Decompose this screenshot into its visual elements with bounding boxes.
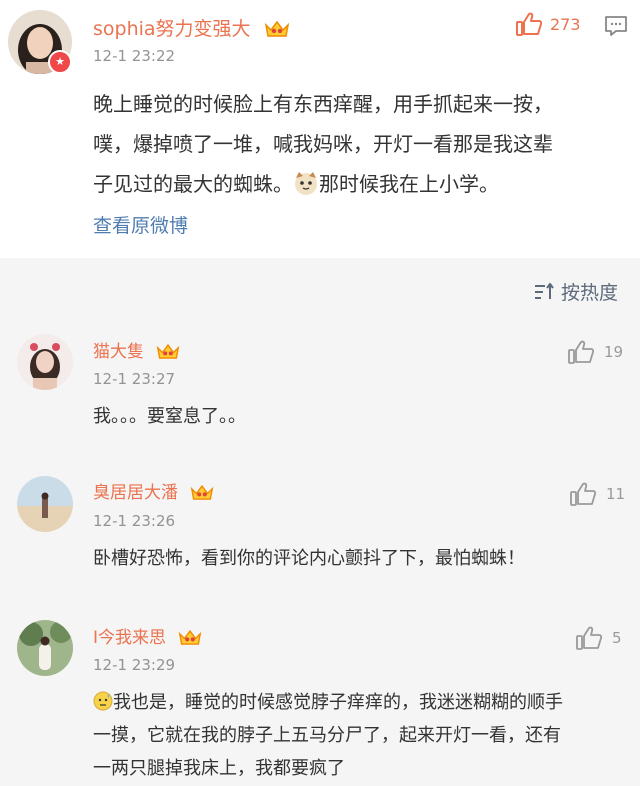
like-count: 273	[550, 14, 581, 34]
thumbs-up-icon	[568, 340, 594, 364]
sort-label: 按热度	[560, 282, 618, 304]
reply-username[interactable]: 猫大隻	[93, 342, 144, 362]
reply-item: 臭居居大潘 12-1 23:26 卧槽好恐怖，看到你的评论内心颤抖了下，最怕蜘蛛…	[0, 464, 640, 604]
like-button[interactable]: 273	[516, 12, 581, 36]
reply-timestamp: 12-1 23:27	[93, 370, 176, 388]
comment-text-segment: 子见过的最大的蜘蛛。	[93, 172, 293, 196]
reply-username-row: 猫大隻	[93, 337, 181, 363]
reply-like-button[interactable]: 19	[568, 340, 623, 364]
reply-username-row: 臭居居大潘	[93, 478, 215, 504]
thumbs-up-icon	[516, 12, 542, 36]
main-comment: ★ sophia努力变强大 12-1 23:22 273 晚上睡觉的时候脸上有东…	[0, 0, 640, 258]
comment-text-line: 噗，爆掉喷了一堆，喊我妈咪，开灯一看那是我这辈	[93, 132, 553, 156]
reply-username[interactable]: I今我来思	[93, 628, 166, 648]
vip-crown-icon	[157, 343, 180, 359]
comment-bubble-icon	[605, 16, 627, 36]
reply-like-count: 11	[606, 485, 626, 503]
reply-item: I今我来思 12-1 23:29 我也是，睡觉的时候感觉脖子痒痒的，我迷迷糊糊的…	[0, 606, 640, 786]
reply-like-count: 5	[612, 629, 622, 647]
reply-text-line: 我也是，睡觉的时候感觉脖子痒痒的，我迷迷糊糊的顺手	[93, 686, 623, 719]
sort-toggle[interactable]: 按热度	[533, 278, 618, 305]
avatar[interactable]	[17, 476, 73, 532]
reply-like-count: 19	[604, 343, 624, 361]
comment-text-line: 子见过的最大的蜘蛛。 那时候我在上小学。	[93, 164, 623, 204]
comment-timestamp: 12-1 23:22	[93, 47, 176, 65]
reply-text-line: 一摸，它就在我的脖子上五马分尸了，起来开灯一看，还有	[93, 725, 561, 746]
vip-crown-icon	[179, 629, 202, 645]
comment-body: 晚上睡觉的时候脸上有东西痒醒，用手抓起来一按， 噗，爆掉喷了一堆，喊我妈咪，开灯…	[93, 84, 623, 204]
reply-text: 我。。。要窒息了。。	[93, 406, 246, 427]
thumbs-up-icon	[570, 482, 596, 506]
comment-text-line: 晚上睡觉的时候脸上有东西痒醒，用手抓起来一按，	[93, 92, 553, 116]
avatar[interactable]	[17, 620, 73, 676]
sort-icon	[534, 282, 554, 299]
avatar[interactable]	[17, 334, 73, 390]
comment-username-row: sophia努力变强大	[93, 14, 291, 41]
reply-text: 卧槽好恐怖，看到你的评论内心颤抖了下，最怕蜘蛛！	[93, 548, 525, 569]
reply-text: 我也是，睡觉的时候感觉脖子痒痒的，我迷迷糊糊的顺手 一摸，它就在我的脖子上五马分…	[93, 686, 623, 785]
reply-like-button[interactable]: 11	[570, 482, 625, 506]
reply-text-line: 一两只腿掉我床上，我都要疯了	[93, 758, 345, 779]
view-original-link[interactable]: 查看原微博	[93, 211, 188, 238]
comment-text-segment: 那时候我在上小学。	[319, 172, 499, 196]
avatar-photo-icon	[17, 476, 73, 532]
reply-like-button[interactable]: 5	[576, 626, 622, 650]
reply-item: 猫大隻 12-1 23:27 我。。。要窒息了。。 19	[0, 322, 640, 450]
vip-crown-icon	[264, 20, 289, 37]
avatar-photo-icon	[17, 334, 73, 390]
verified-badge-icon: ★	[48, 50, 72, 74]
reply-timestamp: 12-1 23:26	[93, 512, 176, 530]
sweat-emoji-icon	[93, 691, 113, 711]
reply-username-row: I今我来思	[93, 623, 203, 649]
comment-button[interactable]	[604, 14, 628, 42]
vip-crown-icon	[191, 484, 214, 500]
cat-emoji-icon	[295, 172, 317, 195]
avatar-photo-icon	[17, 620, 73, 676]
comment-username[interactable]: sophia努力变强大	[93, 18, 251, 40]
reply-text-segment: 我也是，睡觉的时候感觉脖子痒痒的，我迷迷糊糊的顺手	[113, 692, 563, 713]
reply-timestamp: 12-1 23:29	[93, 656, 176, 674]
thumbs-up-icon	[576, 626, 602, 650]
reply-username[interactable]: 臭居居大潘	[93, 483, 178, 503]
